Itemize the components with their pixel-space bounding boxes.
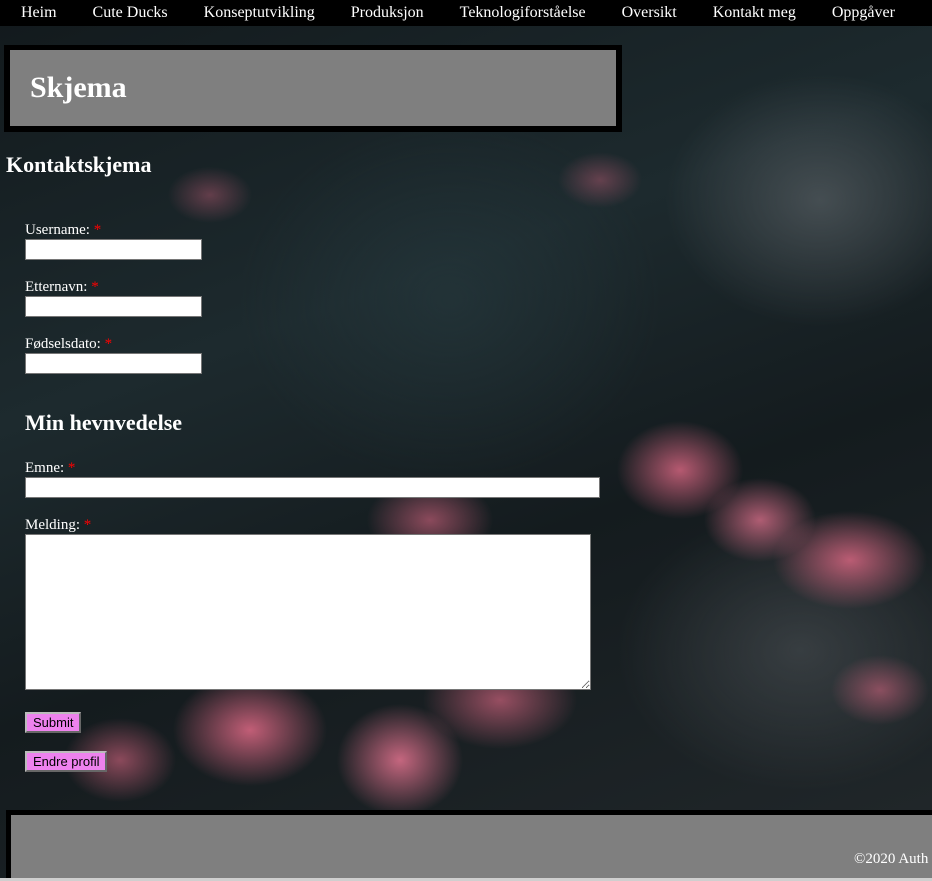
- form-title: Kontaktskjema: [6, 152, 152, 177]
- page-title: Skjema: [30, 71, 127, 104]
- page-header-inner: Skjema: [10, 50, 616, 126]
- emne-input[interactable]: [25, 477, 600, 498]
- required-marker: *: [83, 517, 92, 533]
- etternavn-label-text: Etternavn:: [25, 279, 88, 295]
- page-footer-inner: ©2020 Auth: [11, 815, 932, 878]
- nav-link-produksjon[interactable]: Produksjon: [333, 3, 442, 23]
- page-footer: ©2020 Auth: [6, 810, 932, 878]
- fodselsdato-label: Fødselsdato: *: [25, 335, 112, 353]
- submit-button[interactable]: Submit: [25, 712, 82, 733]
- nav-link-kontakt-meg[interactable]: Kontakt meg: [695, 3, 814, 23]
- fodselsdato-input[interactable]: [25, 353, 202, 374]
- nav-link-konseptutvikling[interactable]: Konseptutvikling: [186, 3, 333, 23]
- required-marker: *: [93, 222, 102, 238]
- nav-link-oversikt[interactable]: Oversikt: [604, 3, 695, 23]
- required-marker: *: [67, 460, 76, 476]
- etternavn-label: Etternavn: *: [25, 278, 99, 296]
- melding-label: Melding: *: [25, 516, 91, 534]
- username-label: Username: *: [25, 221, 101, 239]
- username-label-text: Username:: [25, 222, 90, 238]
- endre-profil-button[interactable]: Endre profil: [25, 751, 108, 772]
- copyright-text: ©2020 Auth: [854, 851, 929, 867]
- username-input[interactable]: [25, 239, 202, 260]
- nav-link-heim[interactable]: Heim: [0, 3, 75, 23]
- nav-link-cute-ducks[interactable]: Cute Ducks: [75, 3, 186, 23]
- melding-textarea[interactable]: [25, 534, 591, 690]
- page-header: Skjema: [4, 45, 622, 132]
- required-marker: *: [104, 336, 113, 352]
- emne-label: Emne: *: [25, 459, 75, 477]
- fodselsdato-label-text: Fødselsdato:: [25, 336, 101, 352]
- top-navigation: Heim Cute Ducks Konseptutvikling Produksjon…: [0, 0, 932, 26]
- melding-label-text: Melding:: [25, 517, 80, 533]
- required-marker: *: [91, 279, 99, 295]
- section-title: Min hevnvedelse: [25, 410, 183, 435]
- emne-label-text: Emne:: [25, 460, 65, 476]
- etternavn-input[interactable]: [25, 296, 202, 317]
- nav-link-teknologiforstaelse[interactable]: Teknologiforståelse: [442, 3, 604, 23]
- nav-link-oppgaver[interactable]: Oppgåver: [814, 3, 913, 23]
